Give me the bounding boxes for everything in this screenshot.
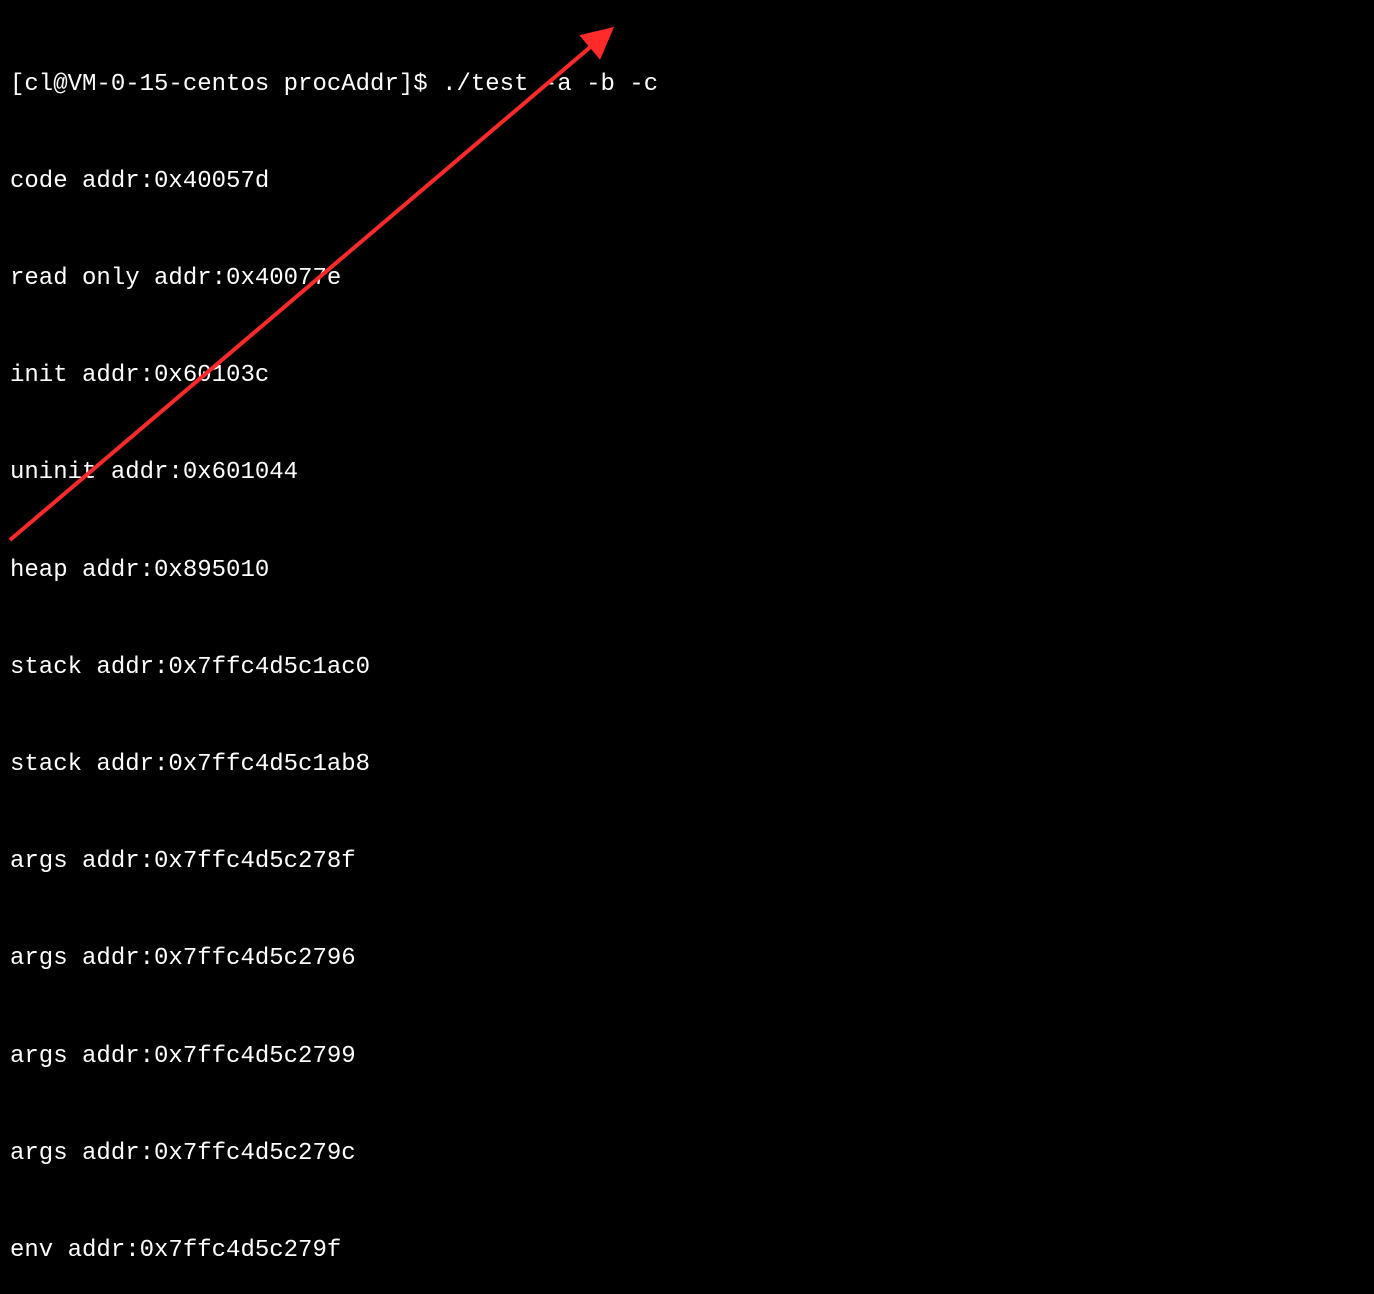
output-line: heap addr:0x895010 [10, 555, 1364, 587]
output-line: uninit addr:0x601044 [10, 457, 1364, 489]
output-line: args addr:0x7ffc4d5c278f [10, 846, 1364, 878]
output-line: args addr:0x7ffc4d5c2799 [10, 1041, 1364, 1073]
output-line: args addr:0x7ffc4d5c2796 [10, 943, 1364, 975]
terminal-output: [cl@VM-0-15-centos procAddr]$ ./test -a … [10, 4, 1364, 1294]
output-line: read only addr:0x40077e [10, 263, 1364, 295]
output-line: env addr:0x7ffc4d5c279f [10, 1235, 1364, 1267]
command-prompt-line: [cl@VM-0-15-centos procAddr]$ ./test -a … [10, 69, 1364, 101]
output-line: init addr:0x60103c [10, 360, 1364, 392]
output-line: code addr:0x40057d [10, 166, 1364, 198]
output-line: stack addr:0x7ffc4d5c1ac0 [10, 652, 1364, 684]
output-line: args addr:0x7ffc4d5c279c [10, 1138, 1364, 1170]
output-line: stack addr:0x7ffc4d5c1ab8 [10, 749, 1364, 781]
